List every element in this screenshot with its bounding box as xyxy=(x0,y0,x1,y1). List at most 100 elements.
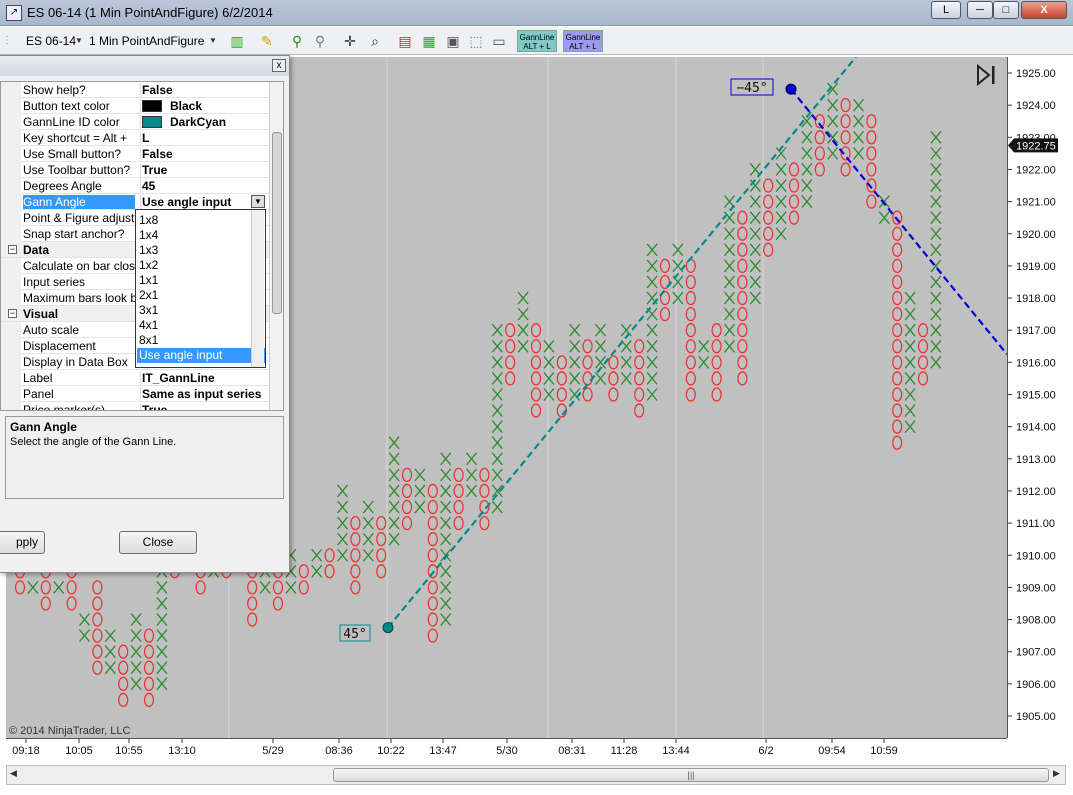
property-value[interactable]: DarkCyan xyxy=(140,115,268,129)
scroll-right-icon[interactable]: ▶ xyxy=(1053,768,1060,779)
l-button[interactable]: L xyxy=(931,1,961,19)
property-value[interactable]: Same as input series xyxy=(140,387,268,401)
pnf-o-box xyxy=(376,564,387,579)
crosshair-icon[interactable]: ✛ xyxy=(341,32,359,50)
property-value[interactable]: False xyxy=(140,147,268,161)
property-row[interactable]: Label IT_GannLine xyxy=(1,370,269,386)
property-row[interactable]: Use Small button? False xyxy=(1,146,269,162)
gann-angle-dropdown-list[interactable]: 1x8 1x4 1x3 1x2 1x1 2x1 3x1 4x1 8x1 Use angle inp… xyxy=(135,209,266,368)
pnf-x-box xyxy=(904,307,916,321)
property-value[interactable]: False xyxy=(140,83,268,97)
pnf-x-box xyxy=(388,452,400,466)
dropdown-option[interactable]: 1x8 xyxy=(137,213,265,228)
row-gutter xyxy=(1,146,21,162)
strategies-icon[interactable]: ▦ xyxy=(420,32,438,50)
property-value[interactable]: True xyxy=(140,403,268,410)
property-row[interactable]: Button text color Black xyxy=(1,98,269,114)
pnf-o-box xyxy=(350,515,361,531)
property-value[interactable]: 45 xyxy=(140,179,268,193)
row-gutter xyxy=(1,386,21,402)
price-tick-label: 1908.00 xyxy=(1016,615,1056,627)
property-row[interactable]: Show help? False xyxy=(1,82,269,98)
property-row[interactable]: Key shortcut = Alt + L xyxy=(1,130,269,146)
template-icon[interactable]: ⬚ xyxy=(467,32,485,50)
dropdown-option[interactable]: 3x1 xyxy=(137,303,265,318)
property-row[interactable]: Gann Angle Use angle input ▼ xyxy=(1,194,269,210)
pnf-o-box xyxy=(505,355,516,370)
property-row[interactable]: GannLine ID color DarkCyan xyxy=(1,114,269,130)
close-window-button[interactable]: X xyxy=(1021,1,1067,19)
pnf-o-box xyxy=(840,98,851,113)
pnf-o-box xyxy=(401,467,413,483)
pnf-o-box xyxy=(788,194,800,209)
data-box-icon[interactable]: ▭ xyxy=(490,32,508,50)
property-grid-scroll-thumb[interactable] xyxy=(272,132,282,314)
pencil-icon[interactable]: ✎ xyxy=(258,32,276,50)
pin-disabled-icon[interactable]: ⚲ xyxy=(311,32,329,50)
indicators-icon[interactable]: ▤ xyxy=(396,32,414,50)
property-value-text: Black xyxy=(170,99,203,113)
property-value[interactable]: L xyxy=(140,131,268,145)
chevron-down-icon[interactable]: ▼ xyxy=(74,32,84,50)
row-gutter xyxy=(1,162,21,178)
dropdown-option[interactable]: Use angle input xyxy=(137,348,265,363)
pnf-x-box xyxy=(491,355,503,369)
pnf-x-box xyxy=(543,388,555,401)
zoom-icon[interactable]: ⌕ xyxy=(366,32,384,50)
dropdown-option[interactable]: 1x3 xyxy=(137,243,265,258)
instrument-selector[interactable]: ES 06-14 xyxy=(26,32,76,50)
dropdown-option[interactable]: 1x2 xyxy=(137,258,265,273)
gann-line-down xyxy=(790,88,1008,356)
minimize-button[interactable]: ─ xyxy=(967,1,993,19)
scroll-thumb[interactable]: ||| xyxy=(333,768,1049,782)
gann-angle-label: −45° xyxy=(736,81,767,96)
pnf-x-box xyxy=(466,452,477,466)
property-value[interactable]: Black xyxy=(140,99,268,113)
property-row[interactable]: Use Toolbar button? True xyxy=(1,162,269,178)
property-value[interactable]: IT_GannLine xyxy=(140,371,268,385)
pnf-x-box xyxy=(569,339,581,353)
property-row[interactable]: Panel Same as input series xyxy=(1,386,269,402)
close-button[interactable]: Close xyxy=(119,531,197,554)
property-name: Maximum bars look back xyxy=(23,291,135,305)
property-value[interactable]: Use angle input xyxy=(140,195,268,209)
collapse-icon[interactable]: − xyxy=(8,245,17,254)
horizontal-scrollbar[interactable]: ◀ ||| ▶ xyxy=(6,765,1066,785)
pnf-o-box xyxy=(556,387,567,402)
gannline-button-2[interactable]: GannLine ALT + L xyxy=(563,30,603,52)
dropdown-option[interactable]: 1x1 xyxy=(137,273,265,288)
time-axis[interactable]: 09:18 10:05 10:55 13:10 5/29 08:36 10:22 13:47 5… xyxy=(6,738,1007,760)
pnf-o-box xyxy=(247,612,258,627)
dialog-close-icon[interactable]: x xyxy=(272,59,286,72)
properties-icon[interactable]: ▣ xyxy=(444,32,462,50)
bar-type-icon[interactable]: ▥ xyxy=(228,32,246,50)
apply-button[interactable]: pply xyxy=(0,531,45,554)
dropdown-option[interactable]: 4x1 xyxy=(137,318,265,333)
pnf-o-box xyxy=(427,628,438,643)
pnf-o-box xyxy=(350,548,361,563)
dropdown-option[interactable]: 2x1 xyxy=(137,288,265,303)
pnf-o-box xyxy=(608,371,619,386)
scroll-to-end-icon[interactable] xyxy=(975,64,999,86)
pnf-o-box xyxy=(917,371,929,386)
chevron-down-icon[interactable]: ▼ xyxy=(208,32,218,50)
pnf-x-box xyxy=(130,645,142,659)
dropdown-option[interactable]: 1x4 xyxy=(137,228,265,243)
collapse-icon[interactable]: − xyxy=(8,309,17,318)
pnf-x-box xyxy=(440,532,452,546)
gannline-button-1[interactable]: GannLine ALT + L xyxy=(517,30,557,52)
property-value[interactable]: True xyxy=(140,163,268,177)
dropdown-option[interactable]: 8x1 xyxy=(137,333,265,348)
price-axis[interactable]: 1925.00 1924.00 1923.00 1922.00 1921.00 1920.… xyxy=(1007,57,1073,738)
dropdown-arrow-icon[interactable]: ▼ xyxy=(251,195,265,208)
maximize-button[interactable]: □ xyxy=(993,1,1019,19)
pin-icon[interactable]: ⚲ xyxy=(288,32,306,50)
row-gutter xyxy=(1,178,21,194)
scroll-left-icon[interactable]: ◀ xyxy=(10,768,17,779)
property-row[interactable]: Price marker(s) True xyxy=(1,402,269,410)
property-row[interactable]: Degrees Angle 45 xyxy=(1,178,269,194)
dropdown-scrollbar[interactable] xyxy=(251,210,264,367)
period-selector[interactable]: 1 Min PointAndFigure xyxy=(89,32,204,50)
pnf-x-box xyxy=(362,516,374,530)
property-grid-scrollbar[interactable] xyxy=(269,82,283,410)
